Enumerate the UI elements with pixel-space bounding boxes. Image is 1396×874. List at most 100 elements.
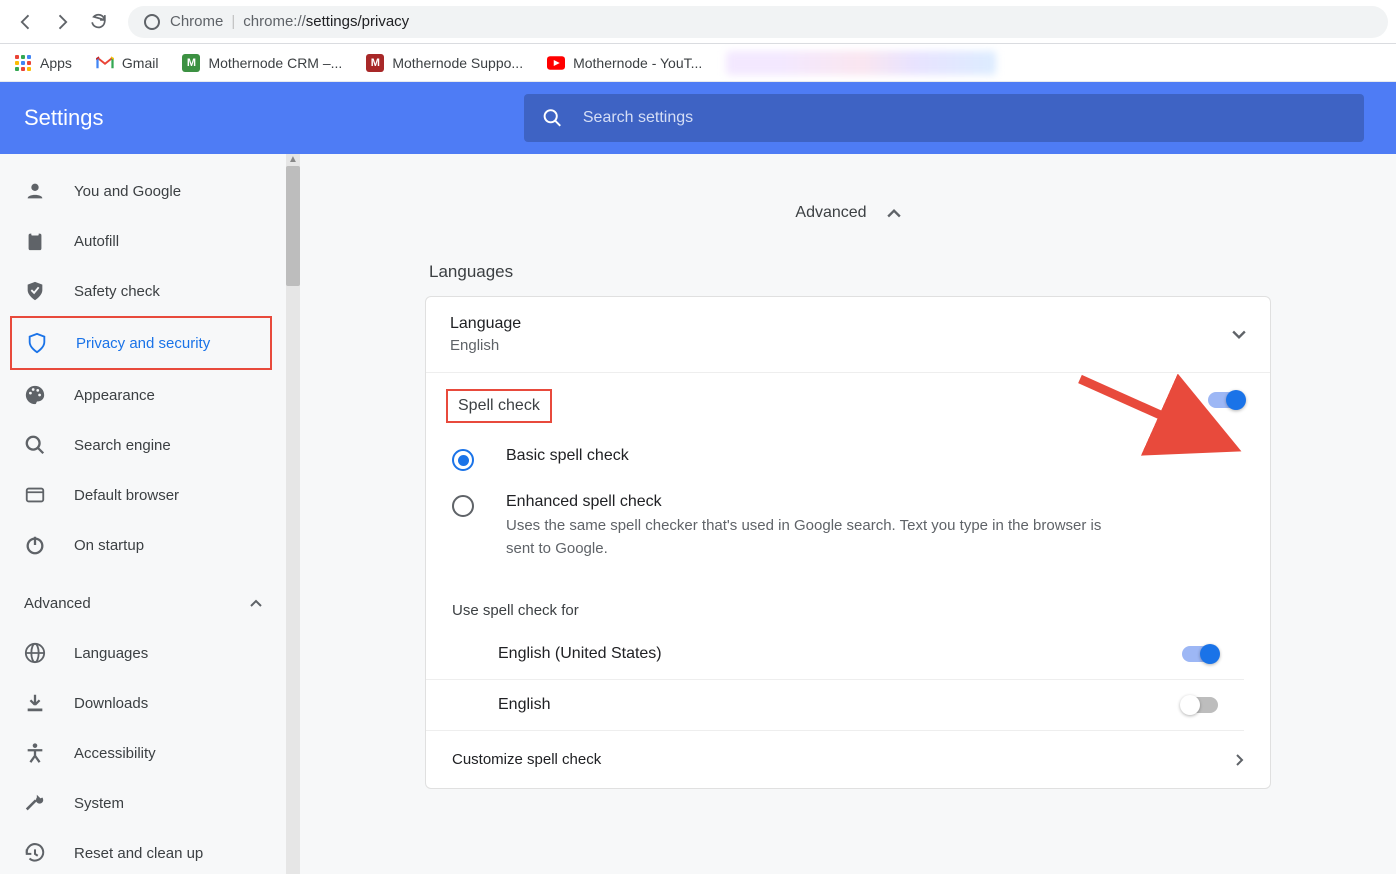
wrench-icon: [24, 792, 46, 814]
sidebar-item-autofill[interactable]: Autofill: [0, 216, 286, 266]
language-row-title: Language: [450, 315, 1216, 333]
sidebar-item-accessibility[interactable]: Accessibility: [0, 728, 286, 778]
sidebar-scrollbar[interactable]: ▲: [286, 154, 300, 874]
forward-button[interactable]: [44, 4, 80, 40]
settings-title: Settings: [24, 105, 524, 131]
sidebar: You and Google Autofill Safety check Pri…: [0, 154, 286, 874]
radio-label: Enhanced spell check: [506, 493, 1106, 511]
bookmark-label: Mothernode CRM –...: [208, 55, 342, 71]
sidebar-item-label: Appearance: [74, 387, 155, 404]
sidebar-item-label: Advanced: [24, 595, 91, 612]
enhanced-spell-check-option[interactable]: Enhanced spell check Uses the same spell…: [426, 483, 1270, 578]
annotation-highlight-sidebar: Privacy and security: [10, 316, 272, 370]
sidebar-item-label: System: [74, 795, 124, 812]
clipboard-icon: [24, 230, 46, 252]
language-row[interactable]: Language English: [426, 297, 1270, 373]
back-button[interactable]: [8, 4, 44, 40]
bookmark-mothernode-crm[interactable]: M Mothernode CRM –...: [182, 54, 342, 72]
main-area: You and Google Autofill Safety check Pri…: [0, 154, 1396, 874]
sidebar-item-safety-check[interactable]: Safety check: [0, 266, 286, 316]
scroll-thumb[interactable]: [286, 166, 300, 286]
sidebar-item-label: You and Google: [74, 183, 181, 200]
url-divider: |: [231, 13, 235, 30]
sidebar-item-appearance[interactable]: Appearance: [0, 370, 286, 420]
sidebar-item-label: Safety check: [74, 283, 160, 300]
bookmark-label: Apps: [40, 55, 72, 71]
sidebar-item-default-browser[interactable]: Default browser: [0, 470, 286, 520]
sidebar-item-label: Reset and clean up: [74, 845, 203, 862]
radio-checked-icon[interactable]: [452, 449, 474, 471]
sidebar-item-languages[interactable]: Languages: [0, 628, 286, 678]
mothernode-icon: M: [366, 54, 384, 72]
settings-header: Settings: [0, 82, 1396, 154]
bookmark-apps[interactable]: Apps: [14, 54, 72, 72]
power-icon: [24, 534, 46, 556]
language-row-value: English: [450, 337, 1216, 354]
radio-unchecked-icon[interactable]: [452, 495, 474, 517]
language-name: English: [498, 696, 550, 714]
sidebar-advanced[interactable]: Advanced: [0, 578, 286, 628]
address-bar[interactable]: Chrome | chrome:// settings/privacy: [128, 6, 1388, 38]
sidebar-item-system[interactable]: System: [0, 778, 286, 828]
restore-icon: [24, 842, 46, 864]
customize-spell-check[interactable]: Customize spell check: [426, 731, 1270, 788]
chevron-down-icon: [1232, 330, 1246, 340]
chrome-icon: [144, 14, 160, 30]
sidebar-item-label: Downloads: [74, 695, 148, 712]
sidebar-item-you-google[interactable]: You and Google: [0, 166, 286, 216]
browser-icon: [24, 484, 46, 506]
spell-lang-toggle[interactable]: [1182, 646, 1218, 662]
advanced-label: Advanced: [795, 204, 866, 222]
bookmark-label: Mothernode - YouT...: [573, 55, 702, 71]
content: Advanced Languages Language English: [300, 154, 1396, 874]
sidebar-item-search-engine[interactable]: Search engine: [0, 420, 286, 470]
search-icon: [24, 434, 46, 456]
radio-label: Basic spell check: [506, 447, 629, 465]
advanced-section-toggle[interactable]: Advanced: [425, 174, 1271, 262]
spell-lang-toggle[interactable]: [1182, 697, 1218, 713]
radio-description: Uses the same spell checker that's used …: [506, 515, 1106, 560]
settings-search-input[interactable]: [583, 109, 1346, 127]
chevron-up-icon: [250, 599, 262, 607]
redacted-bookmarks: [726, 51, 996, 75]
sidebar-item-label: Privacy and security: [76, 335, 210, 352]
spell-check-label: Spell check: [458, 397, 540, 414]
palette-icon: [24, 384, 46, 406]
section-label-languages: Languages: [425, 262, 1271, 296]
apps-icon: [14, 54, 32, 72]
sidebar-item-privacy-security[interactable]: Privacy and security: [12, 318, 270, 368]
spell-check-toggle[interactable]: [1208, 392, 1244, 408]
settings-search[interactable]: [524, 94, 1364, 142]
shield-icon: [26, 332, 48, 354]
bookmark-mothernode-youtube[interactable]: Mothernode - YouT...: [547, 54, 702, 72]
reload-button[interactable]: [80, 4, 116, 40]
basic-spell-check-option[interactable]: Basic spell check: [426, 437, 1270, 483]
chevron-right-icon: [1236, 754, 1244, 766]
chrome-prefix: Chrome: [170, 13, 223, 30]
sidebar-item-label: Languages: [74, 645, 148, 662]
sidebar-item-downloads[interactable]: Downloads: [0, 678, 286, 728]
spell-lang-en-us: English (United States): [426, 629, 1244, 680]
sidebar-item-label: On startup: [74, 537, 144, 554]
content-inner: Advanced Languages Language English: [425, 174, 1271, 789]
chevron-up-icon: [887, 208, 901, 218]
spell-lang-en: English: [426, 680, 1244, 731]
youtube-icon: [547, 54, 565, 72]
sidebar-item-reset-cleanup[interactable]: Reset and clean up: [0, 828, 286, 874]
bookmarks-bar: Apps Gmail M Mothernode CRM –... M Mothe…: [0, 44, 1396, 82]
customize-label: Customize spell check: [452, 751, 601, 768]
bookmark-gmail[interactable]: Gmail: [96, 54, 159, 72]
mothernode-icon: M: [182, 54, 200, 72]
bookmark-mothernode-support[interactable]: M Mothernode Suppo...: [366, 54, 523, 72]
gmail-icon: [96, 54, 114, 72]
annotation-highlight-spellcheck: Spell check: [446, 389, 552, 423]
download-icon: [24, 692, 46, 714]
sidebar-item-label: Accessibility: [74, 745, 156, 762]
use-spell-check-for-label: Use spell check for: [426, 578, 1270, 629]
browser-toolbar: Chrome | chrome:// settings/privacy: [0, 0, 1396, 44]
accessibility-icon: [24, 742, 46, 764]
sidebar-item-label: Default browser: [74, 487, 179, 504]
sidebar-item-on-startup[interactable]: On startup: [0, 520, 286, 570]
sidebar-item-label: Search engine: [74, 437, 171, 454]
search-icon: [542, 107, 563, 129]
